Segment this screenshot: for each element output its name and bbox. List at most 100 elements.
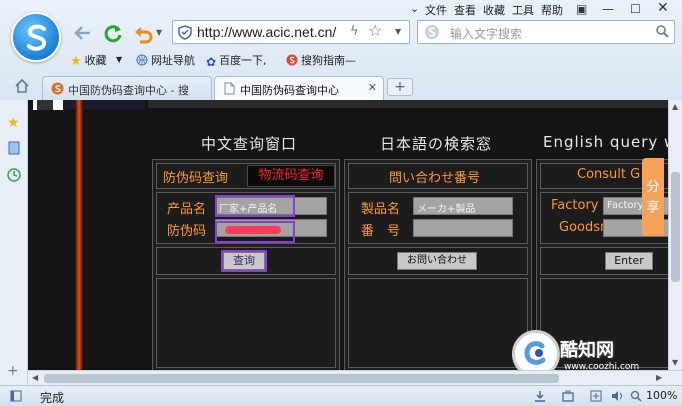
zoom-icon[interactable] (630, 390, 642, 402)
decorative-red-strip (75, 100, 83, 370)
sogou-browser-logo[interactable] (11, 12, 61, 62)
tab-search-result[interactable]: 中国防伪码查询中心 - 搜 (42, 76, 212, 100)
security-shield-icon (178, 25, 192, 43)
redacted-mark (225, 226, 281, 234)
vertical-scrollbar[interactable]: ▲ ▼ (668, 100, 682, 370)
tab-logistics[interactable]: 物流码查询 (247, 165, 335, 187)
vertical-scroll-thumb[interactable] (671, 172, 680, 282)
scroll-left-arrow-icon[interactable]: ◀ (32, 373, 38, 382)
sidebar: ★ + (0, 100, 28, 385)
back-arrow-icon[interactable] (72, 22, 94, 44)
tab-anti-counterfeit[interactable]: 防伪码查询 (163, 167, 228, 186)
share-label-2: 享 (646, 200, 660, 215)
fav-item-baidu[interactable]: ✿ 百度一下, (206, 52, 267, 69)
input-number-jp[interactable] (413, 219, 513, 237)
sogou-tab-icon (51, 82, 64, 95)
favorites-star-icon: ★ (70, 54, 82, 69)
browser-toolbar: ▼ http://www.acic.net.cn/ ϟ ☆ ▼ 输入文字搜索 ⌄… (0, 0, 682, 100)
menu-help[interactable]: 帮助 (541, 2, 563, 18)
watermark-name: 酷知网 (560, 340, 614, 361)
star-bookmark-icon[interactable]: ☆ (368, 21, 382, 40)
undo-dropdown-icon[interactable]: ▼ (156, 28, 162, 37)
notes-icon[interactable] (7, 141, 21, 155)
panel-title-english: English query w (543, 133, 668, 151)
url-dropdown-icon[interactable]: ▼ (395, 27, 401, 36)
label-factory: Factory (551, 198, 599, 213)
tab-strip: 中国防伪码查询中心 - 搜 中国防伪码查询中心 ✕ + (0, 74, 682, 100)
japanese-header[interactable]: 問い合わせ番号 (389, 167, 480, 186)
close-window-button[interactable]: ✕ (657, 0, 669, 16)
accelerator-icon[interactable] (562, 390, 574, 402)
menu-view[interactable]: 查看 (454, 2, 476, 18)
status-text: 完成 (40, 391, 65, 405)
fav-item-sogou-label: 搜狗指南— (301, 54, 356, 67)
close-tab-icon[interactable]: ✕ (368, 81, 377, 94)
zoom-level[interactable]: 100% (646, 389, 677, 402)
horizontal-scroll-thumb[interactable] (44, 374, 559, 383)
home-icon[interactable] (14, 78, 30, 97)
page-icon (223, 82, 236, 95)
sogou-icon (286, 54, 298, 66)
globe-icon (136, 54, 148, 66)
new-tab-button[interactable]: + (387, 78, 413, 96)
search-magnifier-icon[interactable] (656, 25, 669, 41)
panel-title-japanese: 日本語の検索窓 (380, 135, 493, 153)
panel-chinese: 防伪码查询 物流码查询 产品名 厂家+产品名 防伪码 查询 (152, 159, 340, 370)
fav-item-nav[interactable]: 网址导航 (136, 52, 195, 68)
scroll-up-arrow-icon[interactable]: ▲ (672, 102, 678, 111)
label-number-jp: 番 号 (361, 224, 401, 239)
history-clock-icon[interactable] (7, 168, 21, 182)
minimize-button[interactable]: — (602, 2, 614, 16)
panel-japanese: 問い合わせ番号 製品名 メーカ+製品 番 号 お問い合わせ (344, 159, 532, 370)
security-icon[interactable] (590, 390, 602, 402)
label-product-name: 产品名 (167, 202, 207, 217)
header-band (148, 100, 668, 108)
refresh-icon[interactable] (102, 22, 124, 44)
favorites-dropdown-icon[interactable]: ▼ (116, 55, 122, 64)
menu-favorites[interactable]: 收藏 (483, 2, 505, 18)
label-goodsn: Goodsn (559, 220, 609, 235)
maximize-button[interactable]: ☐ (630, 2, 641, 16)
share-label-1: 分 (646, 180, 660, 195)
favorites-label: 收藏 (84, 54, 107, 67)
fav-item-baidu-label: 百度一下, (219, 54, 267, 67)
highlight-box-product (215, 195, 295, 217)
label-product-name-jp: 製品名 (361, 202, 401, 217)
download-icon[interactable] (534, 390, 546, 402)
search-box[interactable]: 输入文字搜索 (417, 20, 675, 44)
baidu-paw-icon: ✿ (206, 55, 217, 69)
add-sidebar-icon[interactable]: + (7, 363, 21, 379)
search-placeholder: 输入文字搜索 (450, 27, 523, 41)
fav-item-sogou[interactable]: 搜狗指南— (286, 52, 356, 68)
scroll-right-arrow-icon[interactable]: ▶ (656, 373, 662, 382)
panel-result-area (348, 278, 528, 368)
skin-icon[interactable]: ▣ (576, 2, 587, 16)
share-button[interactable]: 分 享 (642, 158, 664, 236)
panel-title-chinese: 中文查询窗口 (201, 135, 298, 153)
label-anti-counterfeit-code: 防伪码 (167, 224, 207, 239)
tab-label: 中国防伪码查询中心 (240, 84, 339, 97)
inquiry-button-jp[interactable]: お問い合わせ (397, 252, 477, 270)
menu-down-arrow-icon[interactable]: ⌄ (410, 2, 419, 15)
menu-file[interactable]: 文件 (425, 2, 447, 18)
favorites-button[interactable]: ★ 收藏 (70, 52, 107, 69)
sidebar-toggle-icon[interactable] (10, 390, 22, 402)
scroll-down-arrow-icon[interactable]: ▼ (672, 358, 678, 367)
horizontal-scrollbar[interactable]: ◀ ▶ (28, 370, 682, 385)
panel-result-area (156, 278, 336, 368)
sound-icon[interactable] (611, 390, 623, 402)
favorites-star-icon[interactable]: ★ (7, 115, 21, 131)
url-text[interactable]: http://www.acic.net.cn/ (197, 24, 336, 40)
english-header[interactable]: Consult G (577, 167, 640, 182)
header-image (33, 100, 145, 110)
fav-item-nav-label: 网址导航 (151, 54, 195, 67)
sogou-search-icon (424, 24, 440, 43)
highlight-box-query (221, 250, 267, 272)
tab-label: 中国防伪码查询中心 - 搜 (68, 84, 189, 97)
lightning-icon[interactable]: ϟ (350, 24, 359, 39)
undo-icon[interactable] (132, 22, 154, 44)
tab-acic[interactable]: 中国防伪码查询中心 ✕ (214, 76, 384, 100)
menu-tools[interactable]: 工具 (512, 2, 534, 18)
input-product-name-jp[interactable]: メーカ+製品 (413, 197, 513, 215)
enter-button[interactable]: Enter (605, 252, 653, 270)
